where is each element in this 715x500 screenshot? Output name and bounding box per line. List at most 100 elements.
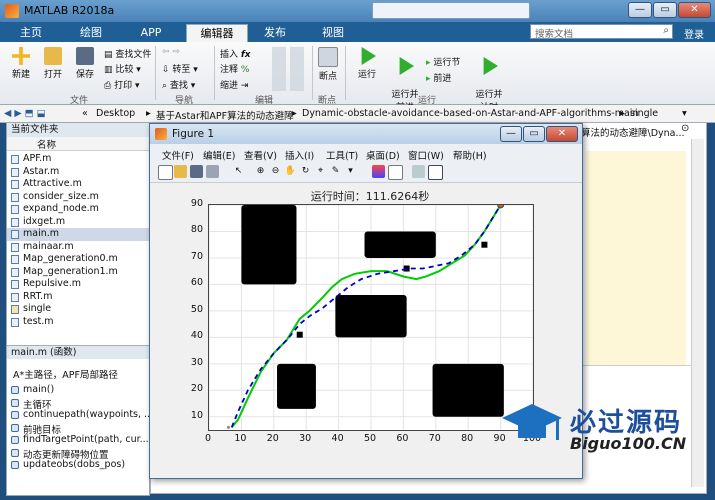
edit-tools-grid[interactable] xyxy=(272,47,308,91)
plot-axes[interactable] xyxy=(208,204,534,431)
close-button[interactable]: ✕ xyxy=(678,2,711,18)
tab-home[interactable]: 主页 xyxy=(6,24,56,42)
file-item[interactable]: APF.m xyxy=(7,153,149,166)
file-item[interactable]: expand_node.m xyxy=(7,203,149,216)
datatip-icon[interactable]: ⌖ xyxy=(314,165,327,178)
zoom-out-icon[interactable]: ⊖ xyxy=(269,165,282,178)
login-link[interactable]: 登录 xyxy=(684,26,704,41)
menu-window[interactable]: 窗口(W) xyxy=(408,148,444,162)
breadcrumb-desktop[interactable]: Desktop xyxy=(96,108,135,119)
save-icon[interactable] xyxy=(190,165,203,178)
breadcrumb-prefix: « xyxy=(82,108,88,119)
maximize-button[interactable]: ▭ xyxy=(653,2,677,18)
file-item[interactable]: consider_size.m xyxy=(7,191,149,204)
goto-button[interactable]: ⇩ 转至 ▾ xyxy=(162,62,198,75)
tab-publish[interactable]: 发布 xyxy=(252,24,298,42)
run-section-button[interactable]: ▸ 运行节 xyxy=(426,55,460,68)
function-item[interactable]: 主循环 xyxy=(7,397,149,409)
file-item-selected[interactable]: main.m xyxy=(7,228,149,241)
figure-minimize-button[interactable]: — xyxy=(500,126,522,142)
rotate-icon[interactable]: ↻ xyxy=(299,165,312,178)
m-file-icon xyxy=(11,255,19,264)
nav-arrows[interactable]: ⇦ ⇨ xyxy=(162,47,180,57)
function-item[interactable]: updateobs(dobs_pos) xyxy=(7,459,149,472)
find-files-button[interactable]: ▤ 查找文件 xyxy=(104,47,151,60)
function-name: 动态更新障碍物位置 xyxy=(23,449,109,460)
insert-button[interactable]: 插入 fx xyxy=(220,47,251,60)
menu-desktop[interactable]: 桌面(D) xyxy=(366,148,400,162)
breadcrumb-project[interactable]: 基于Astar和APF算法的动态避障 xyxy=(156,108,294,122)
function-item[interactable]: main() xyxy=(7,384,149,397)
new-button[interactable]: 新建 xyxy=(6,47,36,80)
function-item[interactable]: 前驰目标 xyxy=(7,422,149,434)
pan-icon[interactable]: ✋ xyxy=(284,165,297,178)
menu-help[interactable]: 帮助(H) xyxy=(453,148,487,162)
menu-insert[interactable]: 插入(I) xyxy=(285,148,314,162)
percent-icon: % xyxy=(240,65,250,75)
colorbar-icon[interactable] xyxy=(372,165,385,178)
hide-plot-tools-icon[interactable] xyxy=(412,165,425,178)
function-item[interactable]: 动态更新障碍物位置 xyxy=(7,447,149,460)
zoom-in-icon[interactable]: ⊕ xyxy=(254,165,267,178)
comment-button[interactable]: 注释 % xyxy=(220,62,249,75)
print-button[interactable]: ⎙ 打印 ▾ xyxy=(104,78,139,91)
new-figure-icon[interactable] xyxy=(158,165,173,180)
save-button[interactable]: 保存 xyxy=(70,47,100,80)
advance-button[interactable]: ▸ 前进 xyxy=(426,71,451,84)
function-item[interactable]: continuepath(waypoints, ... xyxy=(7,409,149,422)
back-icon[interactable]: ◀ ▶ ⬒ ⬓ xyxy=(4,108,46,119)
breadcrumb-single[interactable]: single xyxy=(630,108,658,119)
function-list: main() 主循环 continuepath(waypoints, ... 前… xyxy=(7,384,149,472)
tab-editor[interactable]: 编辑器 xyxy=(186,24,248,43)
function-item[interactable]: findTargetPoint(path, cur... xyxy=(7,434,149,447)
file-item[interactable]: single xyxy=(7,303,149,316)
file-item[interactable]: idxget.m xyxy=(7,216,149,229)
column-header[interactable]: 名称 xyxy=(7,137,149,151)
figure-close-button[interactable]: ✕ xyxy=(546,126,578,142)
figure-maximize-button[interactable]: ▭ xyxy=(523,126,545,142)
menu-view[interactable]: 查看(V) xyxy=(244,148,277,162)
link-icon[interactable]: ▾ xyxy=(344,165,357,178)
file-item[interactable]: Astar.m xyxy=(7,166,149,179)
open-icon[interactable] xyxy=(174,165,187,178)
file-item[interactable]: RRT.m xyxy=(7,291,149,304)
menu-edit[interactable]: 编辑(E) xyxy=(203,148,235,162)
run-advance-icon xyxy=(399,57,414,75)
dropdown-icon[interactable]: ▾ xyxy=(682,108,687,119)
file-name: Map_generation0.m xyxy=(23,253,118,264)
tab-view[interactable]: 视图 xyxy=(310,24,356,42)
file-item[interactable]: Map_generation1.m xyxy=(7,266,149,279)
compare-button[interactable]: ▥ 比较 ▾ xyxy=(104,62,141,75)
print-icon[interactable] xyxy=(206,165,219,178)
tab-plots[interactable]: 绘图 xyxy=(66,24,116,42)
run-button[interactable]: 运行 xyxy=(352,47,382,80)
file-name: main.m xyxy=(23,228,60,239)
minimize-button[interactable]: — xyxy=(628,2,652,18)
m-file-icon xyxy=(11,317,19,327)
file-list: APF.m Astar.m Attractive.m consider_size… xyxy=(7,153,149,328)
file-item[interactable]: mainaar.m xyxy=(7,241,149,254)
pointer-icon[interactable]: ↖ xyxy=(232,165,245,178)
breadcrumb-repo[interactable]: Dynamic-obstacle-avoidance-based-on-Asta… xyxy=(302,108,638,119)
save-icon xyxy=(76,47,94,65)
tab-apps[interactable]: APP xyxy=(126,24,176,42)
address-bar[interactable]: ◀ ▶ ⬒ ⬓ « Desktop ▸ 基于Astar和APF算法的动态避障 ▸… xyxy=(0,105,715,123)
file-item[interactable]: test.m xyxy=(7,316,149,329)
file-item[interactable]: Repulsive.m xyxy=(7,278,149,291)
figure-title-bar[interactable]: Figure 1 — ▭ ✕ xyxy=(150,124,582,144)
menu-tools[interactable]: 工具(T) xyxy=(326,148,358,162)
open-button[interactable]: 打开 xyxy=(38,47,68,80)
breakpoints-button[interactable]: 断点 xyxy=(314,47,342,82)
legend-icon[interactable] xyxy=(388,165,403,180)
x-tick-label: 50 xyxy=(363,433,377,444)
brush-icon[interactable]: ✎ xyxy=(329,165,342,178)
search-input[interactable]: 搜索文档 ⌕ xyxy=(530,24,673,40)
show-plot-tools-icon[interactable] xyxy=(428,165,443,180)
editor-menu-icon[interactable]: ⊙ xyxy=(681,123,689,134)
file-item[interactable]: Attractive.m xyxy=(7,178,149,191)
indent-button[interactable]: 缩进 ⇥ xyxy=(220,78,248,91)
find-button[interactable]: ⌕ 查找 ▾ xyxy=(162,78,195,91)
file-item[interactable]: Map_generation0.m xyxy=(7,253,149,266)
menu-file[interactable]: 文件(F) xyxy=(162,148,194,162)
open-label: 打开 xyxy=(43,70,62,80)
